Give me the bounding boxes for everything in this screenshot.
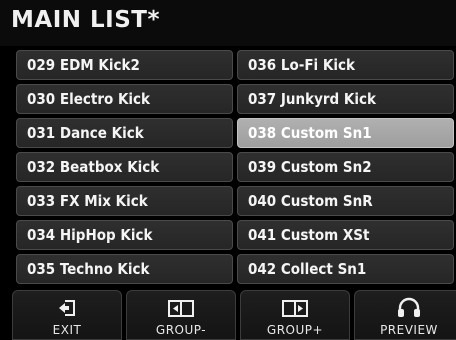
list-item[interactable]: 029 EDM Kick2	[16, 50, 233, 80]
group-minus-icon	[168, 300, 194, 317]
page-title: MAIN LIST*	[11, 7, 160, 33]
preview-button[interactable]: PREVIEW	[354, 290, 456, 340]
group-plus-label: GROUP+	[266, 323, 324, 337]
list-item[interactable]: 041 Custom XSt	[237, 220, 454, 250]
exit-button[interactable]: EXIT	[12, 290, 122, 340]
list-item[interactable]: 030 Electro Kick	[16, 84, 233, 114]
list-item[interactable]: 039 Custom Sn2	[237, 152, 454, 182]
group-minus-label: GROUP-	[155, 323, 207, 337]
list-item[interactable]: 040 Custom SnR	[237, 186, 454, 216]
group-plus-button[interactable]: GROUP+	[240, 290, 350, 340]
list-item[interactable]: 031 Dance Kick	[16, 118, 233, 148]
title-bar: MAIN LIST*	[0, 0, 456, 46]
group-minus-button[interactable]: GROUP-	[126, 290, 236, 340]
function-bar: EXIT GROUP- GROUP+ PREVIEW	[0, 288, 456, 340]
group-plus-icon	[282, 300, 308, 317]
list-item[interactable]: 042 Collect Sn1	[237, 254, 454, 284]
list-item[interactable]: 036 Lo-Fi Kick	[237, 50, 454, 80]
headphones-icon	[398, 297, 420, 317]
exit-icon	[59, 300, 75, 316]
list-item-selected[interactable]: 038 Custom Sn1	[237, 118, 454, 148]
list-item[interactable]: 035 Techno Kick	[16, 254, 233, 284]
list-item[interactable]: 037 Junkyrd Kick	[237, 84, 454, 114]
preview-label: PREVIEW	[380, 323, 438, 337]
list-item[interactable]: 032 Beatbox Kick	[16, 152, 233, 182]
exit-label: EXIT	[52, 323, 82, 337]
list-grid: 029 EDM Kick2 030 Electro Kick 031 Dance…	[16, 50, 456, 284]
list-item[interactable]: 034 HipHop Kick	[16, 220, 233, 250]
main-list-screen: MAIN LIST* 029 EDM Kick2 030 Electro Kic…	[0, 0, 456, 340]
list-item[interactable]: 033 FX Mix Kick	[16, 186, 233, 216]
